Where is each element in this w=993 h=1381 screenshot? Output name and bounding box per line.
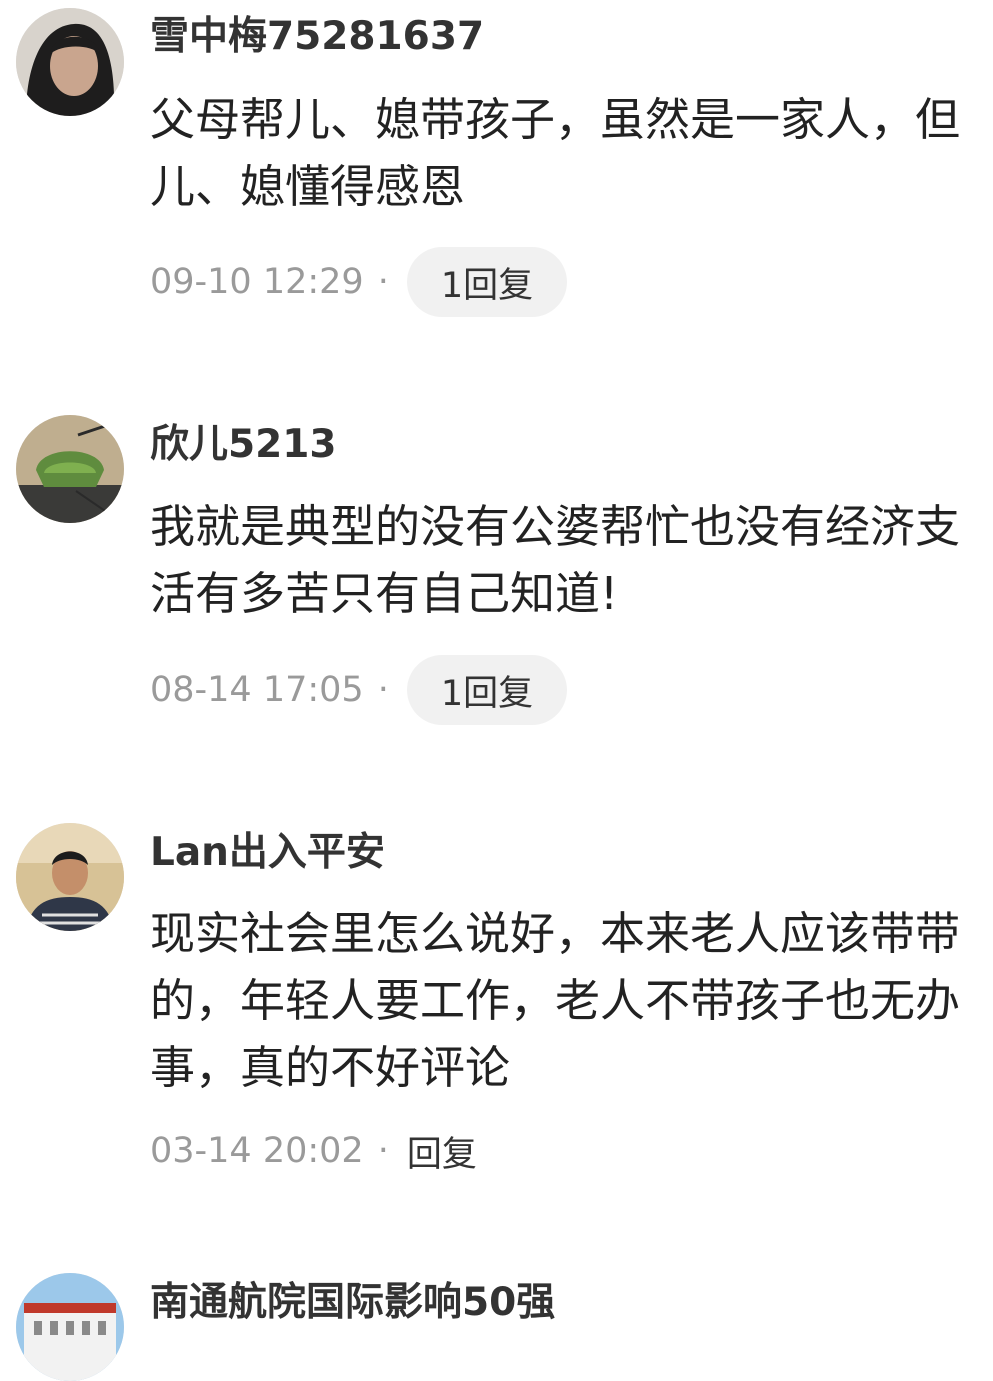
avatar[interactable] — [16, 823, 124, 931]
avatar[interactable] — [16, 1273, 124, 1381]
timestamp: 09-10 12:29 — [150, 262, 364, 302]
username[interactable]: 雪中梅75281637 — [150, 15, 484, 59]
comment-text-line: 儿、媳懂得感恩 — [150, 160, 466, 213]
comment-text-line: 我就是典型的没有公婆帮忙也没有经济支 — [150, 500, 961, 553]
avatar-image — [16, 1273, 124, 1381]
timestamp: 03-14 20:02 — [150, 1131, 364, 1171]
comment-meta: 09-10 12:29 · 1回复 — [150, 247, 568, 317]
username[interactable]: Lan出入平安 — [150, 831, 385, 875]
comment-text-line: 现实社会里怎么说好，本来老人应该带带 — [150, 907, 961, 960]
comment-text-line: 活有多苦只有自己知道! — [150, 567, 619, 620]
separator-dot: · — [377, 1131, 389, 1171]
comment-meta: 08-14 17:05 · 1回复 — [150, 655, 568, 725]
reply-button[interactable]: 回复 — [407, 1126, 477, 1177]
comment-text-line: 父母帮儿、媳带孩子，虽然是一家人，但 — [150, 93, 961, 146]
username[interactable]: 南通航院国际影响50强 — [150, 1281, 555, 1325]
timestamp: 08-14 17:05 — [150, 670, 364, 710]
comment-text-line: 事，真的不好评论 — [150, 1041, 511, 1094]
avatar[interactable] — [16, 415, 124, 523]
reply-button[interactable]: 1回复 — [406, 655, 568, 725]
reply-button[interactable]: 1回复 — [406, 247, 568, 317]
avatar-image — [16, 823, 124, 931]
comment-meta: 03-14 20:02 · 回复 — [150, 1116, 477, 1186]
separator-dot: · — [377, 670, 389, 710]
separator-dot: · — [377, 262, 389, 302]
avatar-image — [16, 8, 124, 116]
avatar[interactable] — [16, 8, 124, 116]
avatar-image — [16, 415, 124, 523]
comment-text-line: 的，年轻人要工作，老人不带孩子也无办 — [150, 974, 961, 1027]
username[interactable]: 欣儿5213 — [150, 423, 337, 467]
